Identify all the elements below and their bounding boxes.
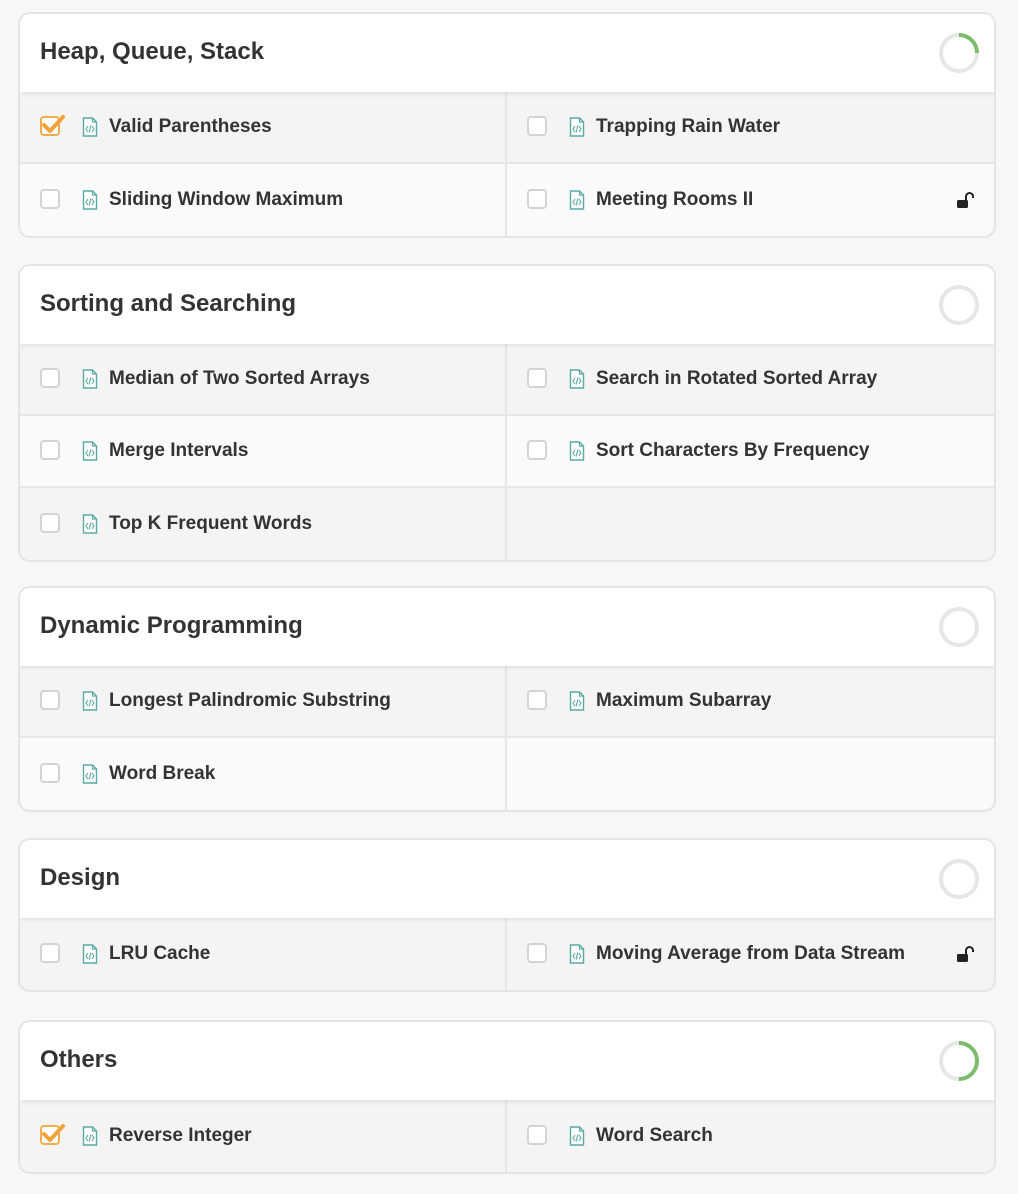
problem-title[interactable]: Maximum Subarray [596, 666, 771, 736]
checkmark-icon [42, 115, 65, 133]
problem-title[interactable]: Moving Average from Data Stream [596, 918, 905, 990]
section-header[interactable]: Heap, Queue, Stack [20, 14, 994, 92]
checkbox-icon[interactable] [40, 690, 60, 710]
section-title: Sorting and Searching [40, 290, 297, 317]
section-title: Others [40, 1046, 118, 1073]
checkbox-icon[interactable] [40, 189, 60, 209]
problem-item[interactable]: Reverse Integer [20, 1100, 507, 1172]
section-card: Design LRU Cache Moving Average from Data … [18, 838, 996, 992]
checkbox-icon[interactable] [527, 690, 547, 710]
checkbox-icon[interactable] [40, 115, 65, 136]
section-title: Design [40, 864, 121, 891]
problem-item[interactable]: Merge Intervals [20, 416, 507, 488]
checkbox-icon[interactable] [527, 189, 547, 209]
problem-title[interactable]: Trapping Rain Water [596, 92, 780, 162]
problem-title[interactable]: Merge Intervals [109, 416, 248, 486]
unlock-icon [957, 192, 974, 208]
progress-ring-icon [939, 607, 979, 647]
code-file-icon [82, 117, 98, 137]
problem-title[interactable]: LRU Cache [109, 918, 210, 990]
checkmark-icon [42, 1124, 65, 1142]
checkbox-icon[interactable] [527, 368, 547, 388]
code-file-icon [82, 764, 98, 784]
checkbox-icon[interactable] [40, 763, 60, 783]
problem-title[interactable]: Word Search [596, 1100, 713, 1172]
problem-grid: Longest Palindromic Substring Maximum Sub… [20, 666, 994, 810]
problem-title[interactable]: Meeting Rooms II [596, 164, 753, 236]
problem-item[interactable]: Longest Palindromic Substring [20, 666, 507, 738]
empty-cell [507, 488, 994, 560]
problem-item[interactable]: Word Search [507, 1100, 994, 1172]
problem-item[interactable]: Moving Average from Data Stream [507, 918, 994, 990]
section-card: Heap, Queue, Stack Valid Parentheses Trapp… [18, 12, 996, 238]
code-file-icon [82, 1126, 98, 1146]
problem-item[interactable]: Search in Rotated Sorted Array [507, 344, 994, 416]
problem-item[interactable]: Trapping Rain Water [507, 92, 994, 164]
problem-item[interactable]: Word Break [20, 738, 507, 810]
code-file-icon [569, 369, 585, 389]
checkbox-icon[interactable] [40, 440, 60, 460]
progress-ring-icon [939, 859, 979, 899]
problem-grid: Reverse Integer Word Search [20, 1100, 994, 1172]
problem-title[interactable]: Sort Characters By Frequency [596, 416, 870, 486]
problem-title[interactable]: Reverse Integer [109, 1100, 252, 1172]
checkbox-icon[interactable] [527, 116, 547, 136]
problem-item[interactable]: Sliding Window Maximum [20, 164, 507, 236]
code-file-icon [82, 944, 98, 964]
problem-item[interactable]: Valid Parentheses [20, 92, 507, 164]
section-header[interactable]: Design [20, 840, 994, 918]
progress-ring-icon [939, 1041, 979, 1081]
code-file-icon [82, 190, 98, 210]
code-file-icon [569, 441, 585, 461]
empty-cell [507, 738, 994, 810]
code-file-icon [569, 944, 585, 964]
checkbox-icon[interactable] [40, 513, 60, 533]
progress-ring-icon [939, 285, 979, 325]
code-file-icon [82, 514, 98, 534]
code-file-icon [82, 691, 98, 711]
problem-item[interactable]: LRU Cache [20, 918, 507, 990]
section-card: Others Reverse Integer Word Search [18, 1020, 996, 1174]
problem-item[interactable]: Maximum Subarray [507, 666, 994, 738]
code-file-icon [569, 691, 585, 711]
section-title: Heap, Queue, Stack [40, 38, 265, 65]
problem-title[interactable]: Median of Two Sorted Arrays [109, 344, 370, 414]
checkbox-icon[interactable] [527, 440, 547, 460]
problem-item[interactable]: Sort Characters By Frequency [507, 416, 994, 488]
problem-title[interactable]: Top K Frequent Words [109, 488, 312, 560]
section-title: Dynamic Programming [40, 612, 303, 639]
problem-grid: Median of Two Sorted Arrays Search in Rot… [20, 344, 994, 560]
problem-item[interactable]: Meeting Rooms II [507, 164, 994, 236]
code-file-icon [569, 1126, 585, 1146]
unlock-icon [957, 946, 974, 962]
problem-item[interactable]: Median of Two Sorted Arrays [20, 344, 507, 416]
code-file-icon [82, 441, 98, 461]
checkbox-icon[interactable] [40, 368, 60, 388]
problem-title[interactable]: Search in Rotated Sorted Array [596, 344, 877, 414]
section-header[interactable]: Sorting and Searching [20, 266, 994, 344]
code-file-icon [82, 369, 98, 389]
progress-ring-icon [939, 33, 979, 73]
code-file-icon [569, 117, 585, 137]
section-card: Sorting and Searching Median of Two Sorte… [18, 264, 996, 562]
problem-title[interactable]: Word Break [109, 738, 215, 810]
checkbox-icon[interactable] [527, 943, 547, 963]
section-card: Dynamic Programming Longest Palindromic S… [18, 586, 996, 812]
section-header[interactable]: Others [20, 1022, 994, 1100]
checkbox-icon[interactable] [40, 943, 60, 963]
checkbox-icon[interactable] [40, 1124, 65, 1145]
problem-grid: Valid Parentheses Trapping Rain Water Slid… [20, 92, 994, 236]
code-file-icon [569, 190, 585, 210]
problem-title[interactable]: Valid Parentheses [109, 92, 272, 162]
checkbox-icon[interactable] [527, 1125, 547, 1145]
problem-grid: LRU Cache Moving Average from Data Stream [20, 918, 994, 990]
problem-item[interactable]: Top K Frequent Words [20, 488, 507, 560]
section-header[interactable]: Dynamic Programming [20, 588, 994, 666]
problem-title[interactable]: Longest Palindromic Substring [109, 666, 391, 736]
problem-title[interactable]: Sliding Window Maximum [109, 164, 343, 236]
